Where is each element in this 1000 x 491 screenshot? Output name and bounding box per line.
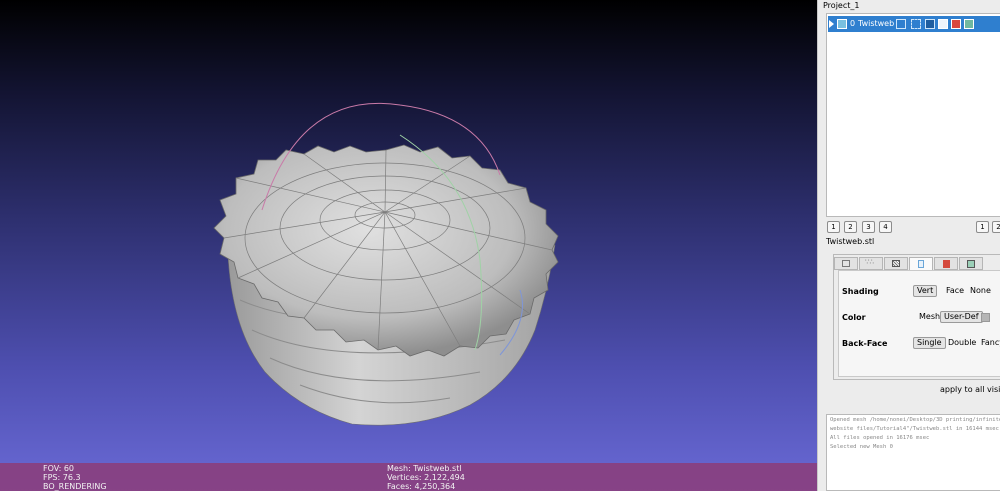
vertices-readout: Vertices: 2,122,494 [387, 473, 465, 482]
shade-icon[interactable] [938, 19, 948, 29]
layer-index: 0 [850, 19, 856, 28]
info-mid: Mesh: Twistweb.stl Vertices: 2,122,494 F… [387, 464, 465, 491]
layer-tool-3-icon[interactable] [925, 19, 935, 29]
3d-viewport[interactable]: FOV: 60 FPS: 76.3 BO_RENDERING Mesh: Twi… [0, 0, 817, 491]
backface-double-button[interactable]: Double [945, 337, 979, 349]
log-window[interactable]: Opened mesh /home/nonei/Desktop/3D print… [826, 414, 1000, 491]
color-userdef-button[interactable]: User-Def [940, 311, 983, 323]
tab-box[interactable] [834, 257, 858, 270]
shading-none-button[interactable]: None [967, 285, 994, 297]
layer-list[interactable]: 0 Twistweb [826, 13, 1000, 217]
expand-arrow-icon[interactable] [829, 20, 834, 28]
layer-panel: Project_1 0 Twistweb 1 2 3 4 1 2 Twistwe… [817, 0, 1000, 491]
tab-wire[interactable] [884, 257, 908, 270]
sphere-icon [967, 260, 975, 268]
texture-icon[interactable] [951, 19, 961, 29]
backface-fancy-button[interactable]: Fancy [978, 337, 1000, 349]
shade-icon [918, 260, 924, 268]
color-swatch[interactable] [981, 313, 990, 322]
faces-readout: Faces: 4,250,364 [387, 482, 456, 491]
box-icon [842, 260, 850, 267]
view-3-button[interactable]: 3 [862, 221, 875, 233]
view-4-button[interactable]: 4 [879, 221, 892, 233]
color-label: Color [842, 313, 866, 322]
layer-tool-1-icon[interactable] [896, 19, 906, 29]
tab-sphere[interactable] [959, 257, 983, 270]
shading-vert-button[interactable]: Vert [913, 285, 938, 297]
tab-texture[interactable] [934, 257, 958, 270]
log-line: All files opened in 16176 msec [830, 435, 930, 441]
fov-readout: FOV: 60 [43, 464, 74, 473]
layer-tool-2-icon[interactable] [911, 19, 921, 29]
backface-label: Back-Face [842, 339, 888, 348]
layer-name[interactable]: Twistweb [858, 19, 894, 28]
wire-icon [892, 260, 900, 267]
dots-icon: ∵∴ [865, 258, 874, 266]
layer-row[interactable]: 0 Twistweb [828, 16, 1000, 32]
sphere-icon[interactable] [964, 19, 974, 29]
eye-icon[interactable] [837, 19, 847, 29]
color-mesh-button[interactable]: Mesh [916, 311, 943, 323]
backface-single-button[interactable]: Single [913, 337, 946, 349]
selected-mesh-name: Twistweb.stl [826, 237, 875, 246]
mesh-name-readout: Mesh: Twistweb.stl [387, 464, 462, 473]
log-line: Selected new Mesh 0 [830, 444, 893, 450]
render-mode-readout: BO_RENDERING [43, 482, 107, 491]
apply-to-all-visible-button[interactable]: apply to all visible [940, 385, 1000, 394]
right-1-button[interactable]: 1 [976, 221, 989, 233]
texture-icon [943, 260, 950, 268]
mesh-render[interactable] [0, 0, 817, 491]
shading-face-button[interactable]: Face [943, 285, 967, 297]
tab-shade[interactable] [909, 257, 933, 271]
fps-readout: FPS: 76.3 [43, 473, 81, 482]
render-info-bar: FOV: 60 FPS: 76.3 BO_RENDERING Mesh: Twi… [0, 463, 817, 491]
log-line: website files/Tutorial4"/Twistweb.stl in… [830, 426, 999, 432]
shading-label: Shading [842, 287, 879, 296]
right-2-button[interactable]: 2 [992, 221, 1000, 233]
project-title: Project_1 [823, 1, 860, 10]
shading-tab-body: Shading Vert Face None Color Mesh User-D… [838, 270, 1000, 377]
view-2-button[interactable]: 2 [844, 221, 857, 233]
view-1-button[interactable]: 1 [827, 221, 840, 233]
tab-points[interactable]: ∵∴ [859, 257, 883, 270]
info-left: FOV: 60 FPS: 76.3 BO_RENDERING [43, 464, 107, 491]
log-line: Opened mesh /home/nonei/Desktop/3D print… [830, 417, 1000, 423]
shading-properties: ∵∴ Shading Vert Face None Color Mesh Use… [833, 254, 1000, 380]
